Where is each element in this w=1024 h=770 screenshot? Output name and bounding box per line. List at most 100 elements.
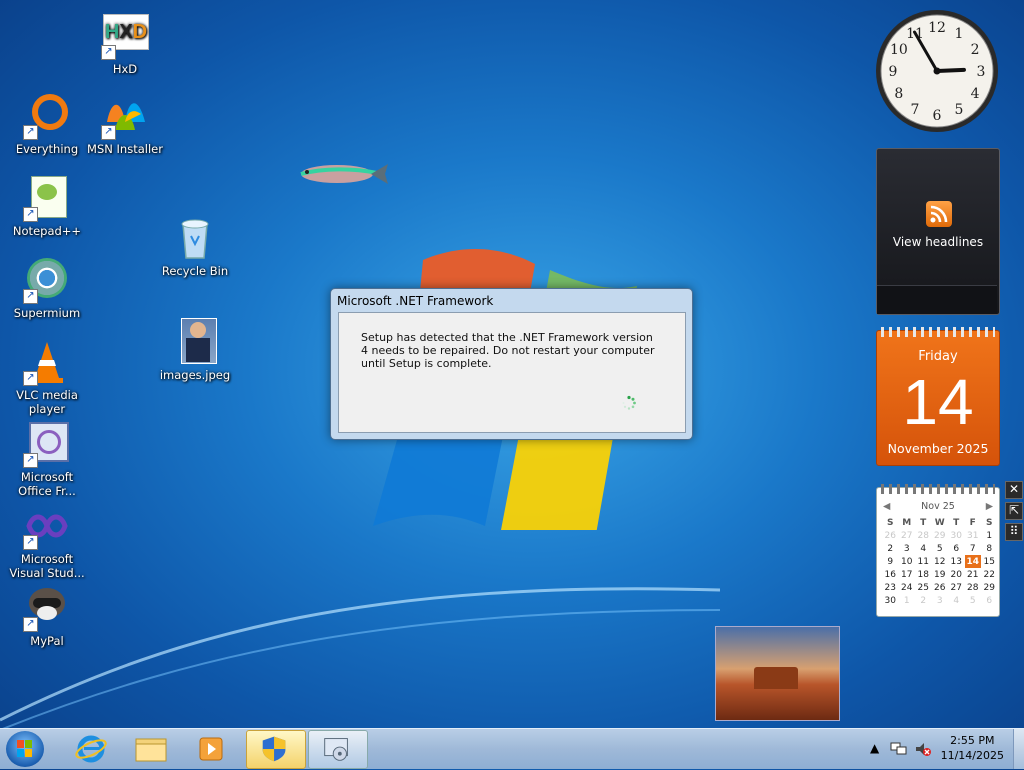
shortcut-arrow-icon: ↗ (23, 371, 38, 386)
calendar-day-cell[interactable]: 9 (882, 555, 899, 568)
calendar-day-cell[interactable]: 28 (915, 529, 932, 542)
calendar-weekday-header: W (934, 517, 945, 528)
next-month-icon[interactable]: ▶ (986, 501, 993, 512)
calendar-day-cell[interactable]: 21 (965, 568, 982, 581)
calendar-day-cell[interactable]: 2 (915, 594, 932, 607)
shortcut-arrow-icon: ↗ (101, 125, 116, 140)
calendar-day-cell[interactable]: 5 (965, 594, 982, 607)
calendar-day-cell[interactable]: 20 (948, 568, 965, 581)
calendar-day-cell[interactable]: 22 (981, 568, 998, 581)
calendar-weekday-header: T (920, 517, 927, 528)
start-button[interactable] (6, 731, 44, 767)
gadget-size-button[interactable]: ⇱ (1005, 502, 1023, 520)
system-clock[interactable]: 2:55 PM 11/14/2025 (941, 733, 1004, 763)
desktop-icon-mypal[interactable]: ↗ MyPal (8, 584, 86, 648)
calendar-day-cell[interactable]: 24 (899, 581, 916, 594)
calendar-day-cell[interactable]: 8 (981, 542, 998, 555)
desktop-icon-hxd[interactable]: HXD ↗ HxD (86, 12, 164, 76)
calendar-day-cell[interactable]: 26 (882, 529, 899, 542)
calendar-day-cell[interactable]: 15 (981, 555, 998, 568)
calendar-day-cell[interactable]: 14 (964, 555, 981, 568)
calendar-day-cell[interactable]: 31 (965, 529, 982, 542)
calendar-day-cell[interactable]: 4 (915, 542, 932, 555)
feed-headlines-gadget[interactable]: View headlines (876, 148, 1000, 315)
calendar-month-gadget[interactable]: ◀ Nov 25 ▶ S M T W T F S 26 27 28 29 30 31 1 2 3 4 5 6 7 8 9 1… (876, 484, 1000, 617)
shortcut-arrow-icon: ↗ (23, 535, 38, 550)
calendar-day-cell[interactable]: 30 (882, 594, 899, 607)
desktop-icon-visual-studio[interactable]: ↗ Microsoft Visual Stud... (8, 502, 86, 580)
calendar-day-cell[interactable]: 3 (932, 594, 949, 607)
calendar-day-cell[interactable]: 28 (965, 581, 982, 594)
calendar-day-cell[interactable]: 6 (981, 594, 998, 607)
calendar-day-cell[interactable]: 29 (932, 529, 949, 542)
calendar-weekday-header: S (986, 517, 993, 528)
everything-icon: ↗ (23, 92, 71, 140)
dialog-message: Setup has detected that the .NET Framewo… (361, 331, 655, 370)
calendar-day-cell[interactable]: 12 (932, 555, 949, 568)
clock-gadget[interactable]: 121234567891011 (874, 8, 1000, 134)
desktop-icon-notepadpp[interactable]: ↗ Notepad++ (8, 174, 86, 238)
calendar-day-cell[interactable]: 16 (882, 568, 899, 581)
desktop-icon-images-jpeg[interactable]: images.jpeg (156, 318, 234, 382)
clock-numeral: 9 (889, 64, 898, 80)
calendar-weekday-header: T (953, 517, 960, 528)
calendar-weekday-header: S (887, 517, 894, 528)
mypal-icon: ↗ (23, 584, 71, 632)
calendar-day-cell[interactable]: 23 (882, 581, 899, 594)
calendar-day-cell[interactable]: 25 (915, 581, 932, 594)
office-icon: ↗ (23, 420, 71, 468)
calendar-day-cell[interactable]: 7 (965, 542, 982, 555)
gadget-close-button[interactable]: ✕ (1005, 481, 1023, 499)
calendar-day-cell[interactable]: 1 (899, 594, 916, 607)
shortcut-arrow-icon: ↗ (23, 125, 38, 140)
notepadpp-icon: ↗ (23, 174, 71, 222)
calendar-day-cell[interactable]: 11 (915, 555, 932, 568)
visual-studio-icon: ↗ (23, 502, 71, 550)
network-icon[interactable] (890, 741, 908, 757)
calendar-day-cell[interactable]: 17 (899, 568, 916, 581)
calendar-day-number: 14 (902, 366, 974, 438)
calendar-day-cell[interactable]: 19 (932, 568, 949, 581)
calendar-day-cell[interactable]: 27 (899, 529, 916, 542)
clock-numeral: 8 (894, 86, 903, 102)
slideshow-image (754, 667, 798, 689)
shortcut-arrow-icon: ↗ (23, 289, 38, 304)
prev-month-icon[interactable]: ◀ (883, 501, 890, 512)
show-hidden-icons-button[interactable]: ▲ (870, 741, 879, 755)
dotnet-setup-dialog[interactable]: Microsoft .NET Framework Setup has detec… (330, 288, 693, 440)
calendar-day-cell[interactable]: 1 (981, 529, 998, 542)
calendar-day-cell[interactable]: 27 (948, 581, 965, 594)
calendar-day-cell[interactable]: 10 (899, 555, 916, 568)
rss-icon (926, 201, 952, 227)
calendar-day-gadget[interactable]: Friday 14 November 2025 (876, 327, 1000, 466)
calendar-day-cell[interactable]: 3 (899, 542, 916, 555)
shortcut-arrow-icon: ↗ (23, 617, 38, 632)
calendar-day-cell[interactable]: 4 (948, 594, 965, 607)
taskbar-uac-prompt[interactable] (246, 730, 306, 769)
desktop-icon-msn-installer[interactable]: ↗ MSN Installer (86, 92, 164, 156)
desktop-icon-supermium[interactable]: ↗ Supermium (8, 256, 86, 320)
show-desktop-button[interactable] (1013, 729, 1024, 769)
calendar-day-cell[interactable]: 18 (915, 568, 932, 581)
taskbar-internet-explorer[interactable] (62, 730, 120, 767)
calendar-day-cell[interactable]: 2 (882, 542, 899, 555)
slideshow-gadget[interactable] (715, 626, 840, 721)
view-headlines-link[interactable]: View headlines (877, 235, 999, 249)
calendar-day-cell[interactable]: 30 (948, 529, 965, 542)
clock-numeral: 1 (955, 26, 964, 42)
desktop-icon-office-framework[interactable]: ↗ Microsoft Office Fr... (8, 420, 86, 498)
volume-muted-icon[interactable] (914, 741, 932, 757)
taskbar-file-explorer[interactable] (122, 730, 180, 767)
desktop-icon-vlc[interactable]: ↗ VLC media player (8, 338, 86, 416)
gadget-drag-handle[interactable]: ⠿ (1005, 523, 1023, 541)
calendar-rings (881, 327, 995, 337)
taskbar-setup-window[interactable] (308, 730, 368, 769)
desktop-icon-recycle-bin[interactable]: Recycle Bin (156, 214, 234, 278)
calendar-day-cell[interactable]: 26 (932, 581, 949, 594)
calendar-day-cell[interactable]: 29 (981, 581, 998, 594)
desktop-icon-everything[interactable]: ↗ Everything (8, 92, 86, 156)
calendar-day-cell[interactable]: 13 (948, 555, 965, 568)
taskbar-media-player[interactable] (182, 730, 240, 767)
calendar-day-cell[interactable]: 5 (932, 542, 949, 555)
calendar-day-cell[interactable]: 6 (948, 542, 965, 555)
